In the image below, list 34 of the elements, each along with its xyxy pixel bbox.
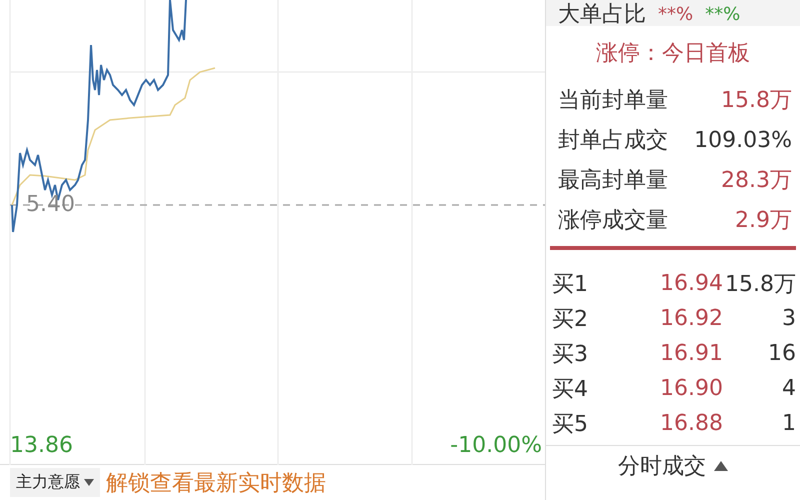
bid-price: 16.91	[659, 341, 723, 366]
bid-level-label: 买4	[552, 376, 589, 404]
stat-label: 封单占成交	[558, 127, 668, 155]
bid-volume: 1	[781, 411, 796, 436]
bid-volume: 3	[781, 306, 796, 331]
stat-label: 涨停成交量	[558, 207, 668, 235]
trades-header[interactable]: 分时成交	[618, 451, 706, 481]
bid-price: 16.90	[659, 376, 723, 401]
bid-price: 16.88	[659, 411, 723, 436]
stat-label: 当前封单量	[558, 87, 668, 115]
bid-volume: 15.8万	[724, 270, 796, 298]
bid-price: 16.92	[659, 306, 723, 331]
limit-status-label: 涨停：今日首板	[596, 40, 750, 68]
price-marker-label: 5.40	[26, 192, 75, 217]
low-price-label: 13.86	[10, 433, 73, 458]
stat-value: 15.8万	[721, 87, 792, 115]
stat-label: 最高封单量	[558, 167, 668, 195]
triangle-icon	[714, 461, 728, 471]
bid-level-label: 买3	[552, 340, 589, 368]
stat-value: 28.3万	[721, 167, 792, 195]
low-change-label: -10.00%	[450, 433, 542, 458]
caret-icon	[84, 479, 94, 486]
dropdown-button[interactable]: 主力意愿	[10, 468, 100, 497]
stat-value: 2.9万	[735, 207, 792, 235]
big-order-buy-value: **%	[658, 4, 694, 26]
bid-volume: 16	[767, 341, 796, 366]
bid-level-label: 买1	[552, 270, 589, 298]
bid-level-label: 买5	[552, 410, 589, 438]
bid-volume: 4	[781, 376, 796, 401]
bid-level-label: 买2	[552, 306, 589, 334]
stat-value: 109.03%	[694, 128, 792, 152]
big-order-sell-value: **%	[705, 4, 740, 26]
big-order-label: 大单占比	[558, 4, 646, 26]
bid-price: 16.94	[659, 271, 723, 296]
